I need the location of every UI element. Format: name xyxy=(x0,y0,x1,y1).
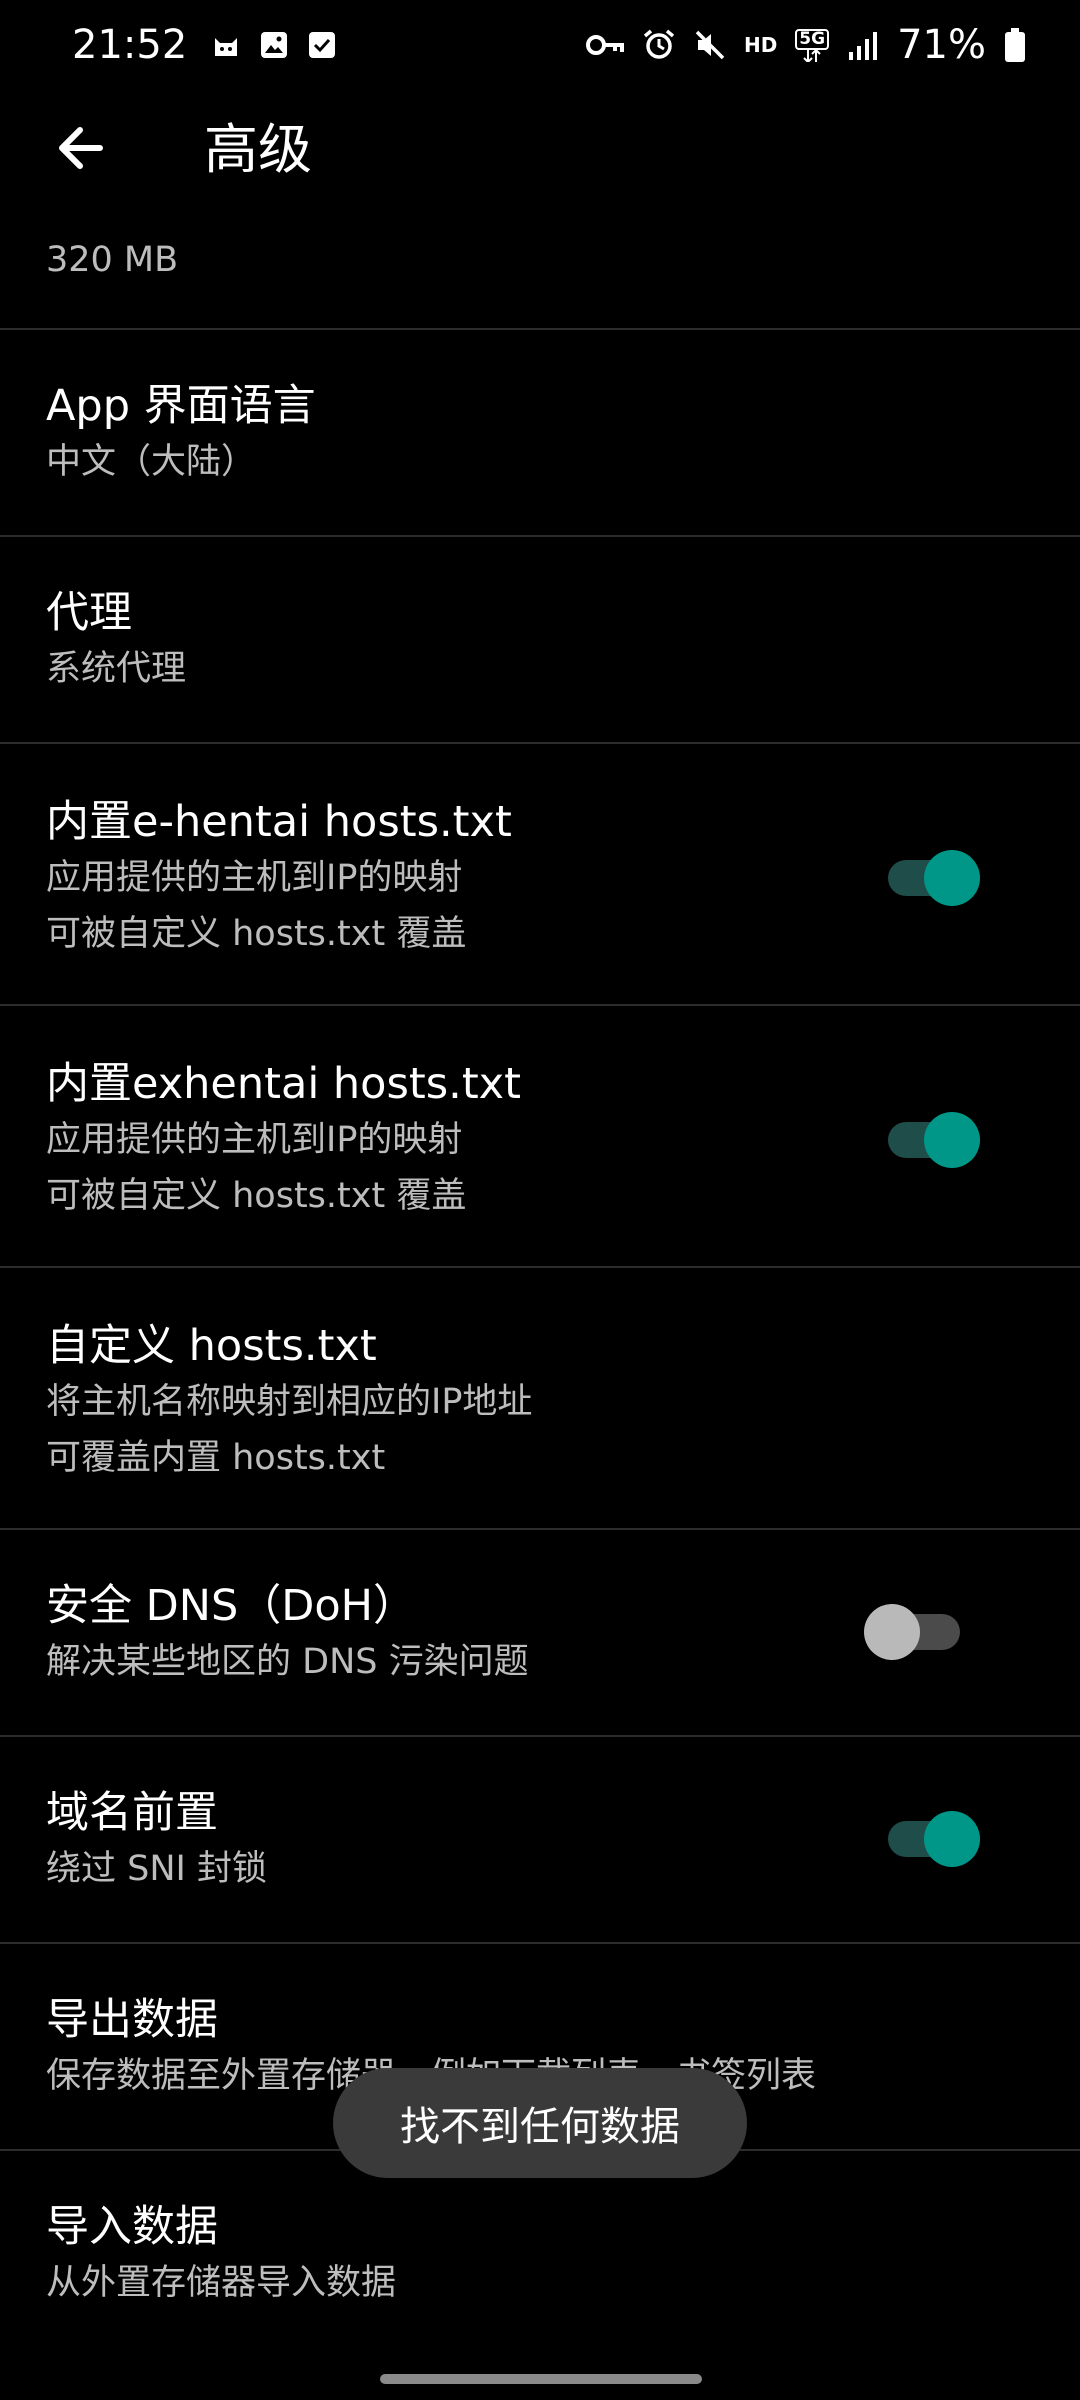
exhentai-hosts-switch[interactable] xyxy=(888,1100,980,1180)
status-time: 21:52 xyxy=(72,22,188,68)
setting-summary: 从外置存储器导入数据 xyxy=(46,2263,397,2303)
gesture-navigation-handle[interactable] xyxy=(380,2374,702,2384)
signal-strength-icon xyxy=(847,30,879,60)
setting-title: 导出数据 xyxy=(46,1995,218,2045)
back-button[interactable] xyxy=(40,110,120,190)
switch-thumb xyxy=(924,1112,980,1168)
domain-fronting-switch[interactable] xyxy=(888,1799,980,1879)
setting-proxy[interactable]: 代理 系统代理 xyxy=(0,537,1080,742)
checkbox-notification-icon xyxy=(307,30,337,60)
vpn-key-icon xyxy=(585,32,624,58)
setting-builtin-ehentai-hosts[interactable]: 内置e-hentai hosts.txt 应用提供的主机到IP的映射 可被自定义… xyxy=(0,744,1080,1004)
battery-percent: 71% xyxy=(897,22,986,68)
setting-summary: 绕过 SNI 封锁 xyxy=(46,1849,267,1889)
app-bar: 高级 xyxy=(0,90,1080,220)
setting-title: 域名前置 xyxy=(46,1788,218,1838)
setting-custom-hosts[interactable]: 自定义 hosts.txt 将主机名称映射到相应的IP地址 可覆盖内置 host… xyxy=(0,1268,1080,1528)
arrow-back-icon xyxy=(54,122,106,178)
alarm-icon xyxy=(642,28,676,62)
setting-summary-line1: 将主机名称映射到相应的IP地址 xyxy=(46,1382,533,1422)
setting-summary-line2: 可覆盖内置 hosts.txt xyxy=(46,1438,386,1478)
secure-dns-switch[interactable] xyxy=(864,1592,960,1672)
network-5g-icon: 5G xyxy=(795,28,830,62)
hd-voice-label: HD xyxy=(743,33,778,57)
status-bar: 21:52 HD 5G 71% xyxy=(0,0,1080,90)
switch-thumb xyxy=(864,1604,920,1660)
setting-summary-line1: 应用提供的主机到IP的映射 xyxy=(46,1120,463,1160)
setting-domain-fronting[interactable]: 域名前置 绕过 SNI 封锁 xyxy=(0,1737,1080,1942)
network-type-label: 5G xyxy=(795,28,830,50)
status-right: HD 5G 71% xyxy=(585,22,1026,68)
setting-title: App 界面语言 xyxy=(46,381,316,431)
setting-title: 内置e-hentai hosts.txt xyxy=(46,797,512,847)
status-left: 21:52 xyxy=(72,22,337,68)
setting-summary: 中文（大陆） xyxy=(46,442,257,482)
setting-summary-line2: 可被自定义 hosts.txt 覆盖 xyxy=(46,914,467,954)
setting-summary-line2: 可被自定义 hosts.txt 覆盖 xyxy=(46,1176,467,1216)
ehentai-hosts-switch[interactable] xyxy=(888,838,980,918)
gallery-notification-icon xyxy=(259,30,289,60)
setting-title: 内置exhentai hosts.txt xyxy=(46,1059,521,1109)
setting-summary-line1: 应用提供的主机到IP的映射 xyxy=(46,858,463,898)
toast-message: 找不到任何数据 xyxy=(333,2068,747,2178)
cache-size-item[interactable]: 320 MB xyxy=(0,220,1080,328)
cat-app-icon xyxy=(211,30,241,60)
setting-summary: 解决某些地区的 DNS 污染问题 xyxy=(46,1642,529,1682)
setting-secure-dns[interactable]: 安全 DNS（DoH） 解决某些地区的 DNS 污染问题 xyxy=(0,1530,1080,1735)
setting-builtin-exhentai-hosts[interactable]: 内置exhentai hosts.txt 应用提供的主机到IP的映射 可被自定义… xyxy=(0,1006,1080,1266)
settings-list: 320 MB App 界面语言 中文（大陆） 代理 系统代理 内置e-henta… xyxy=(0,220,1080,2356)
setting-summary: 系统代理 xyxy=(46,649,187,689)
battery-icon xyxy=(1004,28,1026,62)
setting-title: 安全 DNS（DoH） xyxy=(46,1581,416,1631)
switch-thumb xyxy=(924,850,980,906)
cache-size-summary: 320 MB xyxy=(46,240,179,280)
setting-import-data[interactable]: 导入数据 从外置存储器导入数据 xyxy=(0,2151,1080,2356)
mute-icon xyxy=(694,29,726,61)
switch-thumb xyxy=(924,1811,980,1867)
page-title: 高级 xyxy=(204,118,312,181)
setting-title: 自定义 hosts.txt xyxy=(46,1321,377,1371)
setting-app-language[interactable]: App 界面语言 中文（大陆） xyxy=(0,330,1080,535)
setting-title: 代理 xyxy=(46,588,132,638)
